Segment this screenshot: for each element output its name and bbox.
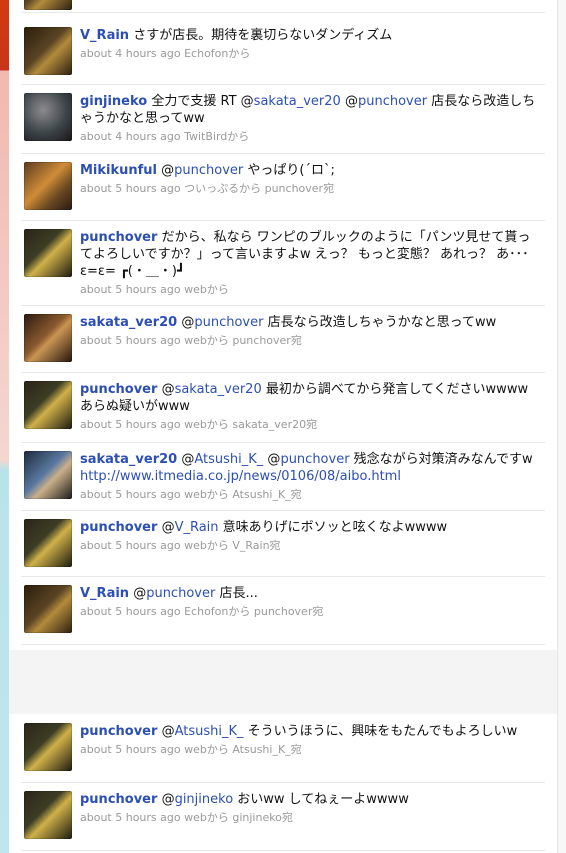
- tweet-meta: about 4 hours ago Echofonから: [80, 47, 251, 60]
- mention-link[interactable]: V_Rain: [175, 520, 219, 535]
- tweet-meta: about 5 hours ago webから: [80, 283, 229, 296]
- tweet-meta: about 5 hours ago Echofonから punchover宛: [80, 605, 324, 618]
- spacer-block: [9, 650, 558, 714]
- username-link[interactable]: punchover: [80, 382, 157, 397]
- tweet-meta: about 5 hours ago webから ginjineko宛: [80, 811, 293, 824]
- mention-link[interactable]: sakata_ver20: [254, 94, 341, 109]
- tweet-text: V_Rain @punchover 店長...: [80, 586, 258, 601]
- username-link[interactable]: punchover: [80, 792, 157, 807]
- tweet: V_Rain さすが店長。期待を裏切らないダンディズム about 4 hour…: [21, 18, 545, 85]
- avatar[interactable]: [24, 723, 72, 771]
- tweet-meta: about 5 hours ago webから sakata_ver20宛: [80, 418, 318, 431]
- timeline: V_Rain さすが店長。期待を裏切らないダンディズム about 4 hour…: [9, 0, 558, 853]
- mention-link[interactable]: punchover: [146, 586, 215, 601]
- tweet-text: V_Rain さすが店長。期待を裏切らないダンディズム: [80, 27, 539, 44]
- username-link[interactable]: ginjineko: [80, 94, 147, 109]
- tweet-text: ginjineko 全力で支援 RT @sakata_ver20 @puncho…: [80, 94, 536, 126]
- tweet: sakata_ver20 @punchover 店長なら改造しちゃうかなと思って…: [21, 305, 545, 373]
- tweet-body: さすが店長。期待を裏切らないダンディズム: [133, 28, 393, 43]
- tweet-meta: about 5 hours ago webから V_Rain宛: [80, 539, 281, 552]
- tweet-meta: about 4 hours ago TwitBirdから: [80, 130, 250, 143]
- mention-link[interactable]: Atsushi_K_: [194, 452, 263, 467]
- url-link[interactable]: http://www.itmedia.co.jp/news/0106/08/ai…: [80, 469, 401, 484]
- tweet: punchover @V_Rain 意味ありげにボソッと呟くなよwwww abo…: [21, 510, 545, 577]
- tweet-text: punchover @Atsushi_K_ そういうほうに、興味をもたんでもよろ…: [80, 724, 518, 739]
- mention-link[interactable]: punchover: [358, 94, 427, 109]
- tweet-meta: about 5 hours ago webから Atsushi_K_宛: [80, 743, 302, 756]
- tweet-text: Mikikunful @punchover やっぱり(´ロ`;: [80, 163, 335, 178]
- tweet-meta: about 5 hours ago webから punchover宛: [80, 334, 302, 347]
- tweet-text: punchover だから、私なら ワンピのブルックのように「パンツ見せて貰って…: [80, 230, 531, 279]
- username-link[interactable]: punchover: [80, 520, 157, 535]
- tweet-text: punchover @ginjineko おいww してねぇーよwwww: [80, 792, 409, 807]
- username-link[interactable]: V_Rain: [80, 586, 129, 601]
- username-link[interactable]: sakata_ver20: [80, 315, 177, 330]
- tweet-text: punchover @sakata_ver20 最初から調べてから発言してくださ…: [80, 382, 529, 414]
- tweet: punchover だから、私なら ワンピのブルックのように「パンツ見せて貰って…: [21, 220, 545, 306]
- avatar[interactable]: [24, 314, 72, 362]
- mention-link[interactable]: punchover: [194, 315, 263, 330]
- tweet: ginjineko 全力で支援 RT @sakata_ver20 @puncho…: [21, 84, 545, 154]
- mention-link[interactable]: sakata_ver20: [175, 382, 262, 397]
- mention-link[interactable]: punchover: [280, 452, 349, 467]
- username-link[interactable]: V_Rain: [80, 28, 129, 43]
- tweet-text: punchover @V_Rain 意味ありげにボソッと呟くなよwwww: [80, 520, 448, 535]
- tweet: V_Rain @punchover 店長... about 5 hours ag…: [21, 576, 545, 645]
- scrollbar[interactable]: [557, 0, 566, 853]
- tweet: punchover @sakata_ver20 最初から調べてから発言してくださ…: [21, 372, 545, 443]
- tweet: punchover @ginjineko おいww してねぇーよwwww abo…: [21, 782, 545, 851]
- username-link[interactable]: punchover: [80, 724, 157, 739]
- avatar[interactable]: [24, 791, 72, 839]
- tweet: punchover @Atsushi_K_ そういうほうに、興味をもたんでもよろ…: [21, 714, 545, 783]
- tweet-meta: about 5 hours ago webから Atsushi_K_宛: [80, 488, 302, 501]
- tweet-text: sakata_ver20 @punchover 店長なら改造しちゃうかなと思って…: [80, 315, 497, 330]
- tweet-partial-top: [21, 0, 545, 13]
- mention-link[interactable]: punchover: [174, 163, 243, 178]
- tweet-meta: about 5 hours ago ついっぷるから punchover宛: [80, 182, 335, 195]
- mention-link[interactable]: ginjineko: [175, 792, 234, 807]
- username-link[interactable]: Mikikunful: [80, 163, 157, 178]
- avatar[interactable]: [24, 93, 72, 141]
- avatar[interactable]: [24, 585, 72, 633]
- tweet: sakata_ver20 @Atsushi_K_ @punchover 残念なが…: [21, 442, 545, 511]
- tweet-text: sakata_ver20 @Atsushi_K_ @punchover 残念なが…: [80, 452, 533, 484]
- avatar[interactable]: [24, 519, 72, 567]
- avatar[interactable]: [24, 0, 72, 10]
- avatar[interactable]: [24, 229, 72, 277]
- left-page-edge: [0, 0, 9, 853]
- mention-link[interactable]: Atsushi_K_: [175, 724, 244, 739]
- avatar[interactable]: [24, 27, 72, 75]
- avatar[interactable]: [24, 451, 72, 499]
- username-link[interactable]: punchover: [80, 230, 157, 245]
- avatar[interactable]: [24, 381, 72, 429]
- username-link[interactable]: sakata_ver20: [80, 452, 177, 467]
- tweet: Mikikunful @punchover やっぱり(´ロ`; about 5 …: [21, 153, 545, 221]
- avatar[interactable]: [24, 162, 72, 210]
